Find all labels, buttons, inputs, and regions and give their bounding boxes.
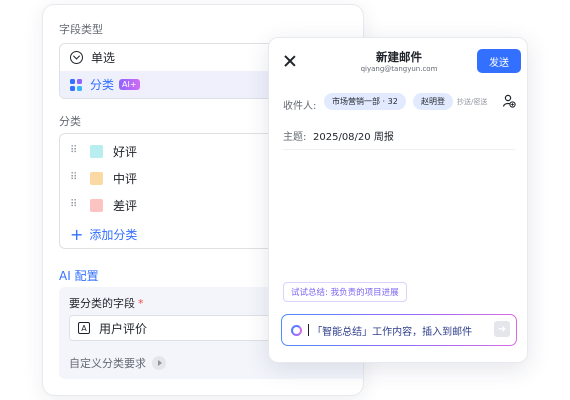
classify-field-label-text: 要分类的字段 (69, 297, 135, 310)
add-category-label: 添加分类 (89, 228, 138, 242)
ai-prompt-input[interactable]: 「智能总结」工作内容，插入到邮件 ➜ (281, 314, 517, 346)
category-item[interactable]: ⠿ 好评 (60, 141, 137, 161)
expand-arrow-icon[interactable] (152, 356, 166, 370)
send-button[interactable]: 发送 (477, 49, 521, 73)
new-email-dialog: 新建邮件 qiyang@tangyun.com 发送 收件人: 市场营销一部 ·… (268, 37, 528, 363)
classify-field-label: 要分类的字段 * (69, 295, 144, 311)
divider (283, 149, 515, 150)
radio-check-icon (70, 51, 83, 64)
drag-handle-icon[interactable]: ⠿ (70, 200, 78, 210)
custom-requirement-label: 自定义分类要求 (69, 357, 146, 370)
classify-field-value: 用户评价 (99, 321, 148, 336)
cc-bcc-link[interactable]: 抄送/密送 (457, 97, 487, 107)
category-color-swatch[interactable] (90, 171, 103, 185)
field-type-label: 字段类型 (59, 23, 103, 36)
plus-icon: + (70, 224, 84, 244)
category-item-label: 好评 (113, 144, 138, 159)
category-color-swatch[interactable] (90, 198, 103, 212)
categories-label: 分类 (59, 115, 81, 128)
ai-config-title: AI 配置 (59, 269, 99, 283)
category-item-label: 差评 (113, 198, 138, 213)
category-color-swatch[interactable] (90, 144, 103, 158)
category-item[interactable]: ⠿ 中评 (60, 168, 137, 188)
field-type-option-label: 分类 (90, 78, 115, 92)
drag-handle-icon[interactable]: ⠿ (70, 146, 78, 156)
recipient-label: 收件人: (283, 101, 317, 112)
ai-suggestion-chip[interactable]: 试试总结: 我负责的项目进展 (283, 282, 407, 302)
category-item-label: 中评 (113, 171, 138, 186)
recipient-chip[interactable]: 赵明登 (413, 93, 453, 110)
ai-plus-badge: AI+ (119, 79, 140, 90)
category-item[interactable]: ⠿ 差评 (60, 195, 137, 215)
subject-input[interactable]: 2025/08/20 周报 (313, 128, 394, 143)
add-contact-icon[interactable] (502, 94, 516, 108)
add-category-button[interactable]: + 添加分类 (70, 226, 137, 243)
required-mark: * (138, 297, 144, 310)
drag-handle-icon[interactable]: ⠿ (70, 173, 78, 183)
category-grid-icon (70, 78, 82, 91)
ai-prompt-text: 「智能总结」工作内容，插入到邮件 (312, 326, 473, 338)
subject-label: 主题: (283, 132, 307, 143)
text-cursor (308, 324, 310, 336)
recipient-chip[interactable]: 市场营销一部 · 32 (324, 93, 406, 110)
custom-requirement-toggle[interactable]: 自定义分类要求 (69, 355, 166, 371)
field-type-option-label: 单选 (91, 51, 116, 65)
text-field-icon: A (78, 322, 90, 334)
submit-arrow-icon[interactable]: ➜ (494, 321, 510, 337)
ai-assistant-icon (291, 324, 303, 336)
